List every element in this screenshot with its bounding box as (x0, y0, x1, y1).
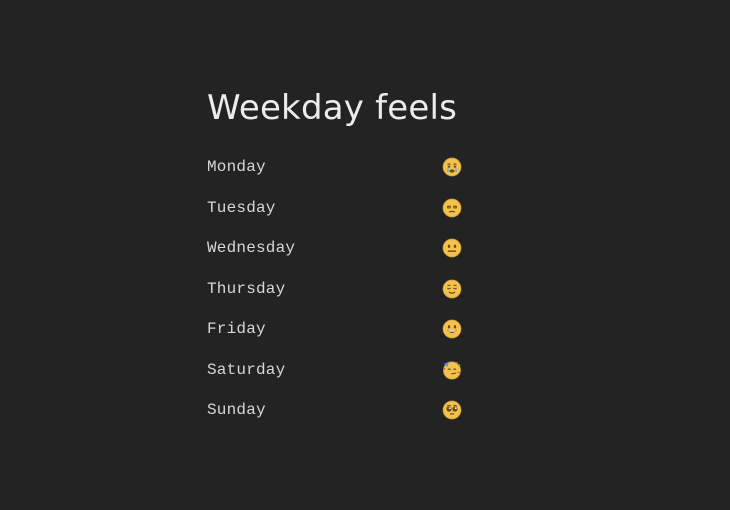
relieved-face-icon (442, 279, 462, 299)
day-label: Thursday (207, 279, 286, 298)
sad-face-icon (442, 157, 462, 177)
page-title: Weekday feels (207, 88, 458, 128)
list-item-wednesday: Wednesday (207, 228, 463, 269)
list-item-friday: Friday (207, 309, 463, 350)
neutral-face-icon (442, 238, 462, 258)
list-item-tuesday: Tuesday (207, 188, 463, 229)
day-label: Saturday (207, 360, 286, 379)
day-label: Friday (207, 320, 266, 339)
weekday-list: Monday Tuesday Wednesday Thursday Friday… (207, 147, 463, 431)
list-item-monday: Monday (207, 147, 463, 188)
weekday-panel: Weekday feels Monday Tuesday Wednesday T… (207, 86, 463, 431)
day-label: Sunday (207, 401, 266, 420)
partying-face-icon (443, 361, 461, 380)
day-label: Wednesday (207, 239, 296, 258)
pleading-face-icon (442, 400, 462, 420)
day-label: Tuesday (207, 198, 276, 217)
grinning-face-icon (442, 319, 462, 339)
unamused-face-icon (442, 198, 462, 218)
list-item-saturday: Saturday (207, 350, 463, 391)
list-item-thursday: Thursday (207, 269, 463, 310)
day-label: Monday (207, 158, 266, 177)
list-item-sunday: Sunday (207, 390, 463, 431)
